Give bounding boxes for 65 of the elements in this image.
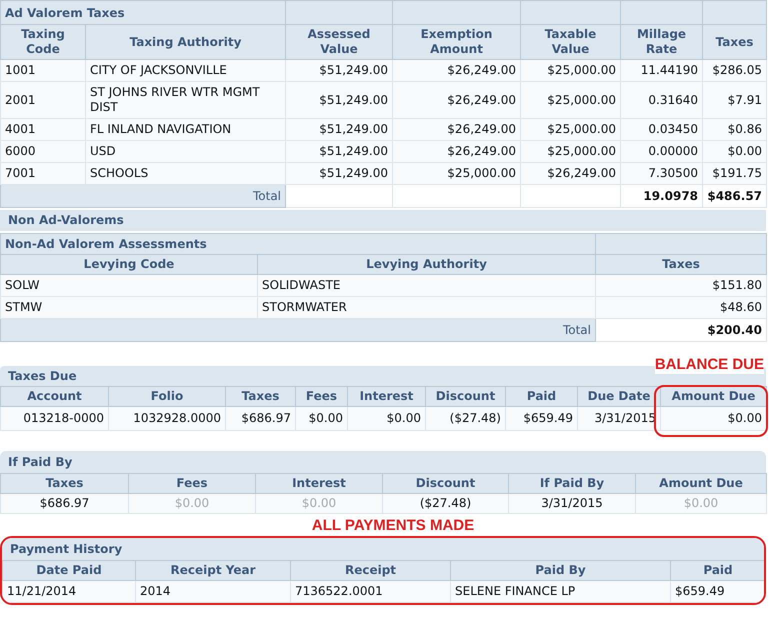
annotation-label: ALL PAYMENTS MADE [310,516,476,536]
table-cell: $686.97 [226,406,296,430]
table-title: Ad Valorem Taxes [0,0,286,24]
table-cell: $0.00 [256,494,382,514]
column-header: Account [0,386,108,406]
column-header: Exemption Amount [392,24,521,60]
column-header: Paid [670,560,764,580]
table-cell: 7136522.0001 [290,580,450,602]
table-cell: 11/21/2014 [2,580,136,602]
column-header: Date Paid [2,560,136,580]
total-taxes: $200.40 [596,318,766,342]
table-cell: $0.00 [128,494,256,514]
table-cell: $686.97 [0,494,128,514]
column-header: Folio [108,386,226,406]
column-header: Taxes [226,386,296,406]
table-cell: SELENE FINANCE LP [450,580,670,602]
table-cell: $51,249.00 [286,162,393,184]
column-header: Amount Due [660,386,766,406]
table-cell: ($27.48) [382,494,508,514]
table-cell: $0.00 [296,406,348,430]
table-cell: 1032928.0000 [108,406,226,430]
table-cell: 3/31/2015 [578,406,660,430]
column-header: Levying Code [0,254,258,274]
table-cell: 7.30500 [620,162,703,184]
column-header: Amount Due [636,474,766,494]
table-cell: ($27.48) [426,406,506,430]
column-header: Millage Rate [620,24,703,60]
column-header: Fees [296,386,348,406]
table-cell: 013218-0000 [0,406,108,430]
column-header: Interest [348,386,426,406]
total-label: Total [0,184,286,208]
table-cell: $0.00 [348,406,426,430]
column-header: Receipt [290,560,450,580]
table-cell: 2014 [136,580,290,602]
table-title: Payment History [2,538,764,560]
table-title: If Paid By [0,451,766,473]
column-header: Taxes [596,254,766,274]
column-header: Taxable Value [520,24,621,60]
column-header: Taxing Authority [86,24,286,60]
total-taxes: $486.57 [702,184,767,208]
column-header: Taxing Code [0,24,86,60]
table-cell: $0.00 [636,494,766,514]
column-header: Paid [506,386,578,406]
column-header: Discount [426,386,506,406]
table-cell: $191.75 [702,162,767,184]
column-header: If Paid By [508,474,636,494]
column-header: Due Date [578,386,660,406]
column-header: Assessed Value [286,24,393,60]
total-millage: 19.0978 [620,184,703,208]
table-title: Non-Ad Valorem Assessments [0,234,596,254]
column-header: Interest [256,474,382,494]
total-label: Total [0,318,596,342]
table-cell: 3/31/2015 [508,494,636,514]
table-cell: $659.49 [506,406,578,430]
column-header: Taxes [702,24,767,60]
column-header: Fees [128,474,256,494]
column-header: Paid By [450,560,670,580]
column-header: Levying Authority [258,254,596,274]
table-cell: $48.60 [596,296,766,318]
column-header: Receipt Year [136,560,290,580]
table-cell: $26,249.00 [520,162,621,184]
column-header: Discount [382,474,508,494]
column-header: Taxes [0,474,128,494]
table-cell: $25,000.00 [392,162,521,184]
section-title: Non Ad-Valorems [0,210,766,231]
